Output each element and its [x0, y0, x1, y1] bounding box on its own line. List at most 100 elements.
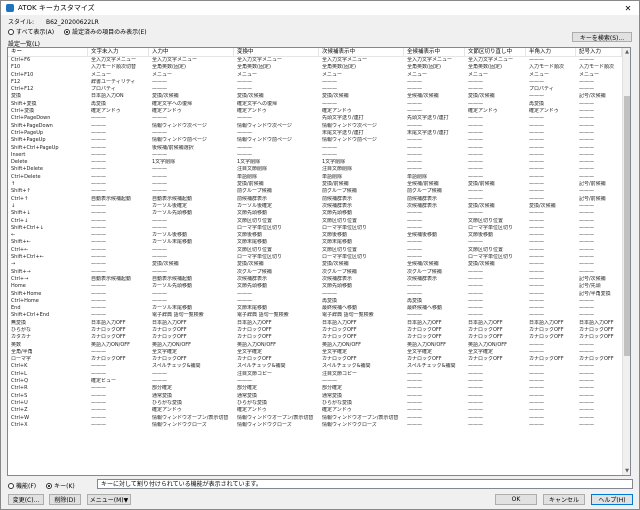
- table-row[interactable]: Ctrl+Home ——— ——— ——— 再変換 再変換 ——— ——— ———: [8, 298, 630, 305]
- table-row[interactable]: ひらがな カナロックOFF カナロックOFF カナロックOFF カナロックOFF カナロッ…: [8, 327, 630, 334]
- menu-button[interactable]: メニュー(M)▼: [87, 494, 131, 505]
- filter-function-label: 機能(F): [16, 483, 37, 490]
- table-row[interactable]: Ctrl+F10 メニュー メニュー メニュー メニュー メニュー メニュー メニュー メニュー: [8, 72, 630, 79]
- table-cell: ———: [579, 224, 594, 231]
- column-header[interactable]: 次候補表示中: [319, 48, 404, 56]
- table-cell: ———: [407, 239, 422, 246]
- table-row[interactable]: Ctrl+PageUp ——— ——— ——— 末尾文字送り/連打 末尾文字送り/連打 ——…: [8, 130, 630, 137]
- table-row[interactable]: ↑ ——— ——— 変換/前候補 変換/前候補 全候補/前候補 変換/前候補 ——— 記号/前候…: [8, 181, 630, 188]
- table-row[interactable]: Shift+Ctrl+PageUp ——— 後候補/前候補選択 ——— ——— ——— ——…: [8, 145, 630, 152]
- table-row[interactable]: Shift+Ctrl+End ——— 電子辞典 語句一覧検索 電子辞典 語句一覧検索 電…: [8, 312, 630, 319]
- table-row[interactable]: Home ——— カーソル先頭移動 文節先頭移動 文節先頭移動 ——— ——— ——— 記号/先…: [8, 283, 630, 290]
- table-row[interactable]: Ctrl+K ——— スペルチェック&補間 スペルチェック&補間 スペルチェック&補間 ス…: [8, 363, 630, 370]
- table-cell: カナロックOFF: [322, 326, 357, 333]
- table-cell: 変換/次候補: [322, 93, 349, 100]
- radio-selected-icon: [64, 28, 71, 35]
- table-cell: ———: [407, 210, 422, 217]
- table-row[interactable]: Shift+→ ——— ——— 次グループ候補 次グループ候補 次グループ候補 ——— ———…: [8, 269, 630, 276]
- table-row[interactable]: Shift+Delete ——— ——— 注目文節削除 注目文節削除 ——— ——— ——— —…: [8, 166, 630, 173]
- table-row[interactable]: Shift+Home ——— ——— ——— ——— ——— ——— ——— 記号/半角変換: [8, 291, 630, 298]
- table-cell: ———: [468, 378, 483, 385]
- column-header[interactable]: 文節区切り直し中: [465, 48, 526, 56]
- scroll-down-icon[interactable]: ▼: [623, 467, 630, 475]
- table-row[interactable]: Ctrl+R ——— 部分確定 部分確定 部分確定 ——— ——— ——— ———: [8, 385, 630, 392]
- table-row[interactable]: Ctrl+F12 プロパティ ——— ——— ——— ——— ——— プロパティ ———: [8, 86, 630, 93]
- table-row[interactable]: Ctrl+→ 自動表示候補起動 自動表示候補起動 次候補群表示 次候補群表示 次候補群表示…: [8, 276, 630, 283]
- table-row[interactable]: Ctrl+U ——— ひらがな変換 ひらがな変換 ひらがな変換 ——— ——— ——— ———: [8, 400, 630, 407]
- table-row[interactable]: ← ——— カーソル後移動 文節後移動 文節後移動 全候補後移動 文節後移動 ——— ———: [8, 232, 630, 239]
- key-search-button[interactable]: キーを検索(S)...: [572, 32, 632, 42]
- table-row[interactable]: Shift+Ctrl+← ——— ——— ローマ字単位区切り ローマ字単位区切り ——— ロ…: [8, 254, 630, 261]
- column-header[interactable]: 記号入力: [576, 48, 622, 56]
- table-row[interactable]: ↓ ——— カーソル後確定 カーソル後確定 次候補群表示 次候補群表示 変換/次候補 変換/次…: [8, 203, 630, 210]
- table-row[interactable]: Shift+変換 再変換 確定文字への復帰 確定文字への復帰 ——— ——— ——— 再変換 —…: [8, 101, 630, 108]
- table-row[interactable]: Ctrl+← ——— ——— 文節区切り位置 文節区切り位置 ——— 文節区切り位置 ——— —…: [8, 247, 630, 254]
- table-row[interactable]: Ctrl+S ——— 通常変換 通常変換 通常変換 ——— ——— ——— ———: [8, 393, 630, 400]
- table-cell: ———: [529, 57, 544, 63]
- table-row[interactable]: End ——— カーソル末尾移動 文節末尾移動 最終候補へ移動 最終候補へ移動 ——— ———…: [8, 305, 630, 312]
- table-cell: 全角英数(固定): [322, 64, 356, 71]
- view-changed-radio[interactable]: 設定済みの項目のみ表示(E): [64, 27, 147, 36]
- table-cell: ———: [91, 261, 106, 268]
- settings-table[interactable]: キー 文字未入力 入力中 変換中 次候補表示中 全候補表示中 文節区切り直し中 半角入力 記号入…: [7, 47, 631, 476]
- table-cell: ———: [579, 239, 594, 246]
- table-row[interactable]: Ctrl+L ——— ——— 注目文節コピー 注目文節コピー ——— ——— ——— ———: [8, 371, 630, 378]
- filter-key-radio[interactable]: キー(K): [46, 481, 75, 490]
- scrollbar-thumb[interactable]: [624, 96, 630, 356]
- table-cell: F10: [11, 64, 21, 71]
- table-row[interactable]: Shift+↓ ——— カーソル先頭移動 文節先頭移動 文節先頭移動 ——— ——— ——— —…: [8, 210, 630, 217]
- table-row[interactable]: → ——— 変換/次候補 変換/次候補 変換/次候補 全候補/次候補 変換/次候補 ——— ——…: [8, 261, 630, 268]
- filter-function-radio[interactable]: 機能(F): [8, 481, 36, 490]
- table-cell: ———: [529, 254, 544, 261]
- table-row[interactable]: 無変換 日本語入力OFF 日本語入力OFF 日本語入力OFF 日本語入力OFF 日本語入力…: [8, 320, 630, 327]
- table-cell: ———: [579, 348, 594, 355]
- delete-button[interactable]: 削除(D): [49, 494, 81, 505]
- table-cell: ローマ字単位区切り: [468, 224, 514, 231]
- table-row[interactable]: Shift+Ctrl+↓ ——— ——— ローマ字単位区切り ローマ字単位区切り ——— ロ…: [8, 225, 630, 232]
- help-button[interactable]: ヘルプ(H): [591, 494, 633, 505]
- table-cell: ———: [468, 137, 483, 144]
- table-row[interactable]: Delete ——— 1文字削除 1文字削除 1文字削除 ——— ——— ——— ———: [8, 159, 630, 166]
- ok-button[interactable]: OK: [495, 494, 537, 505]
- table-row[interactable]: Shift+PageDown ——— 情報ウィンドウ次ページ 情報ウィンドウ次ページ 情…: [8, 123, 630, 130]
- change-button[interactable]: 変更(C)...: [8, 494, 44, 505]
- scroll-up-icon[interactable]: ▲: [623, 48, 630, 56]
- table-cell: 次グループ候補: [322, 268, 357, 275]
- close-icon[interactable]: ✕: [617, 1, 639, 15]
- table-row[interactable]: Ctrl+X ——— 情報ウィンドウクローズ 情報ウィンドウクローズ 情報ウィンドウクロ…: [8, 422, 630, 429]
- table-row[interactable]: Insert ——— ——— ——— ——— ——— ——— ——— ———: [8, 152, 630, 159]
- table-row[interactable]: Ctrl+変換 確定アンドゥ 確定アンドゥ 確定アンドゥ 確定アンドゥ ——— 確定アンドゥ…: [8, 108, 630, 115]
- table-row[interactable]: ローマ字 カナロックOFF カナロックOFF カナロックOFF カナロックOFF カナロッ…: [8, 356, 630, 363]
- view-all-radio[interactable]: すべて表示(A): [8, 27, 54, 36]
- table-cell: 全文字確定: [152, 348, 178, 355]
- table-row[interactable]: Shift+← ——— カーソル末尾移動 文節末尾移動 文節末尾移動 ——— ——— ——— —…: [8, 239, 630, 246]
- column-header[interactable]: キー: [8, 48, 88, 56]
- column-header[interactable]: 半角入力: [526, 48, 576, 56]
- table-row[interactable]: 全角/半角 ——— 全文字確定 全文字確定 全文字確定 全文字確定 全文字確定 ——— ———: [8, 349, 630, 356]
- table-row[interactable]: 英数 英語入力ON/OFF 英語入力ON/OFF 英語入力ON/OFF 英語入力ON/O…: [8, 342, 630, 349]
- table-row[interactable]: F10 入力モード順次切替 全角英数(固定) 全角英数(固定) 全角英数(固定) 全角英数…: [8, 64, 630, 71]
- table-cell: ———: [91, 348, 106, 355]
- table-row[interactable]: F12 辞書ユーティリティ ——— ——— ——— ——— ——— ——— ———: [8, 79, 630, 86]
- table-row[interactable]: Ctrl+Z ——— 確定アンドゥ 確定アンドゥ 確定アンドゥ ——— ——— ——— ———: [8, 407, 630, 414]
- table-cell: ———: [579, 217, 594, 224]
- table-cell: Ctrl+F10: [11, 71, 34, 78]
- table-row[interactable]: Ctrl+Delete ——— ——— 単語削除 単語削除 単語削除 ——— ——— ———: [8, 174, 630, 181]
- table-row[interactable]: Ctrl+↓ ——— ——— 文節区切り位置 文節区切り位置 ——— 文節区切り位置 ——— —…: [8, 218, 630, 225]
- cancel-button[interactable]: キャンセル: [543, 494, 585, 505]
- table-row[interactable]: カタカナ カナロックOFF カナロックOFF カナロックOFF カナロックOFF カナロッ…: [8, 334, 630, 341]
- table-row[interactable]: Shift+PageUp ——— 情報ウィンドウ前ページ 情報ウィンドウ前ページ 情報ウ…: [8, 137, 630, 144]
- table-row[interactable]: Ctrl+Q 確定ビュー ——— ——— ——— ——— ——— ——— ———: [8, 378, 630, 385]
- column-header[interactable]: 全候補表示中: [404, 48, 465, 56]
- column-header[interactable]: 変換中: [234, 48, 319, 56]
- column-header[interactable]: 入力中: [149, 48, 234, 56]
- table-row[interactable]: Ctrl+↑ 自動表示候補起動 自動表示候補起動 前候補群表示 前候補群表示 前候補群表示…: [8, 196, 630, 203]
- table-row[interactable]: 変換 日本語入力ON 変換/次候補 変換/次候補 変換/次候補 全候補/次候補 変換/次候補…: [8, 93, 630, 100]
- table-cell: ———: [152, 268, 167, 275]
- table-row[interactable]: Shift+↑ ——— ——— 前グループ候補 前グループ候補 前グループ候補 ——— ———…: [8, 188, 630, 195]
- table-row[interactable]: Ctrl+W ——— 情報ウィンドウオープン/表示切替 情報ウィンドウオープン/表示切…: [8, 415, 630, 422]
- column-header[interactable]: 文字未入力: [88, 48, 149, 56]
- vertical-scrollbar[interactable]: ▲ ▼: [622, 48, 630, 475]
- table-row[interactable]: Ctrl+F6 全入力文字メニュー 全入力文字メニュー 全入力文字メニュー 全入力文字メ…: [8, 57, 630, 64]
- table-row[interactable]: Ctrl+PageDown ——— ——— ——— 先頭文字送り/連打 先頭文字送り/連打…: [8, 115, 630, 122]
